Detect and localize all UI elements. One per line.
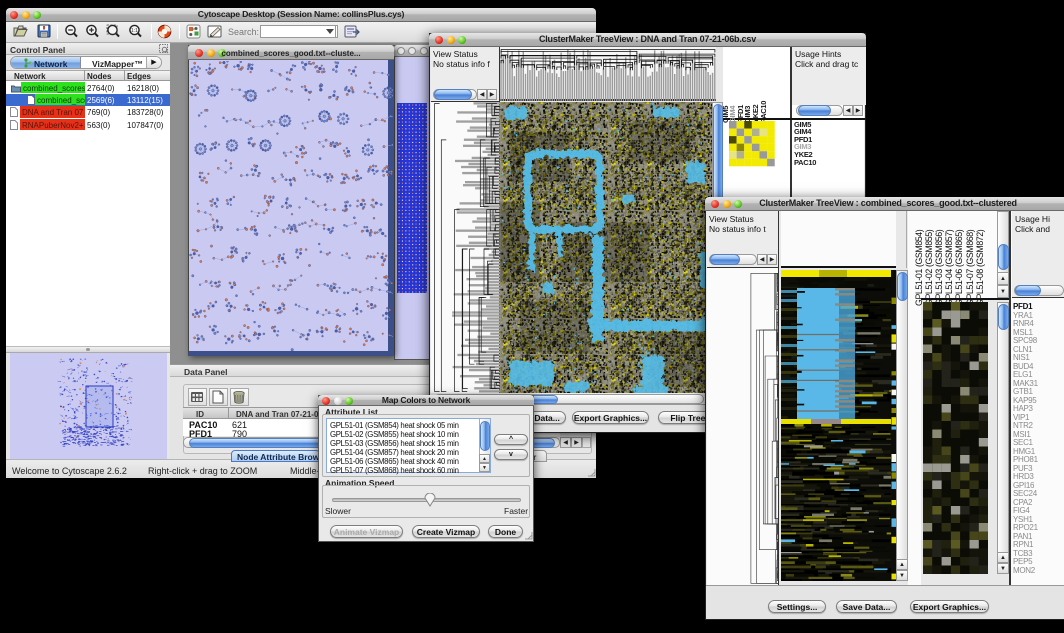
svg-text:1:1: 1:1 (131, 28, 138, 34)
